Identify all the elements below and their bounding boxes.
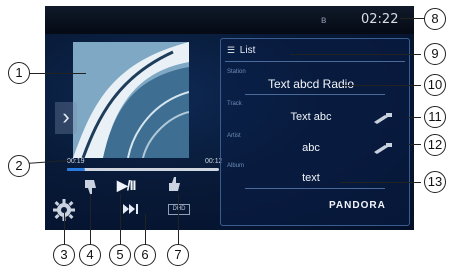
- progress-fill: [67, 168, 86, 171]
- callout-13: 13: [424, 171, 446, 193]
- divider: [245, 188, 385, 189]
- thumbs-up-icon[interactable]: [167, 175, 183, 193]
- callout-7: 7: [167, 244, 189, 266]
- callout-3: 3: [53, 244, 75, 266]
- callout-9: 9: [424, 43, 446, 65]
- station-label: Station: [227, 69, 246, 75]
- leader-line: [178, 194, 179, 245]
- bookmark-track-icon[interactable]: [373, 113, 393, 125]
- leader-line: [340, 182, 421, 183]
- callout-4: 4: [79, 244, 101, 266]
- leader-line: [145, 214, 146, 245]
- leader-line: [290, 54, 421, 55]
- pandora-logo: PANDORA: [329, 200, 386, 211]
- callout-5: 5: [109, 244, 131, 266]
- leader-line: [407, 117, 421, 118]
- callout-11: 11: [424, 106, 446, 128]
- progress-bar[interactable]: [67, 168, 219, 171]
- leader-line: [400, 18, 425, 19]
- thumbs-down-icon[interactable]: [83, 178, 99, 196]
- callout-2: 2: [8, 155, 30, 177]
- list-icon: ☰: [227, 45, 236, 55]
- leader-line: [120, 194, 121, 245]
- leader-line: [28, 73, 86, 74]
- bluetooth-icon: ʙ: [321, 15, 327, 26]
- track-label: Track: [227, 101, 242, 107]
- album-art-image: [73, 42, 189, 158]
- album-label: Album: [227, 163, 245, 169]
- callout-12: 12: [424, 134, 446, 156]
- list-label: List: [239, 45, 256, 56]
- station-value: Text abcd Radio: [267, 77, 355, 91]
- clock: 02:22: [361, 12, 399, 27]
- list-button[interactable]: ☰ List: [227, 45, 255, 59]
- album-art: [73, 42, 189, 158]
- leader-line: [90, 194, 91, 245]
- divider: [245, 94, 385, 95]
- callout-10: 10: [424, 74, 446, 96]
- info-panel: ☰ List Station Text abcd Radio Track Tex…: [220, 38, 410, 226]
- head-unit-screen: ʙ 02:22 › 00:19 00:12 ▶/II DHD ☰ List St…: [45, 6, 414, 230]
- leader-line: [340, 85, 421, 86]
- status-bar: ʙ 02:22: [45, 6, 414, 34]
- callout-8: 8: [424, 8, 446, 30]
- hd-badge: DHD: [168, 204, 190, 215]
- leader-line: [408, 144, 421, 145]
- divider: [225, 61, 405, 62]
- side-menu-arrow[interactable]: ›: [55, 102, 77, 134]
- artist-label: Artist: [227, 133, 241, 139]
- callout-6: 6: [134, 244, 156, 266]
- callout-1: 1: [8, 62, 30, 84]
- bookmark-artist-icon[interactable]: [373, 143, 393, 155]
- play-pause-button[interactable]: ▶/II: [117, 177, 147, 193]
- leader-line: [64, 211, 65, 245]
- skip-forward-icon[interactable]: [123, 204, 139, 214]
